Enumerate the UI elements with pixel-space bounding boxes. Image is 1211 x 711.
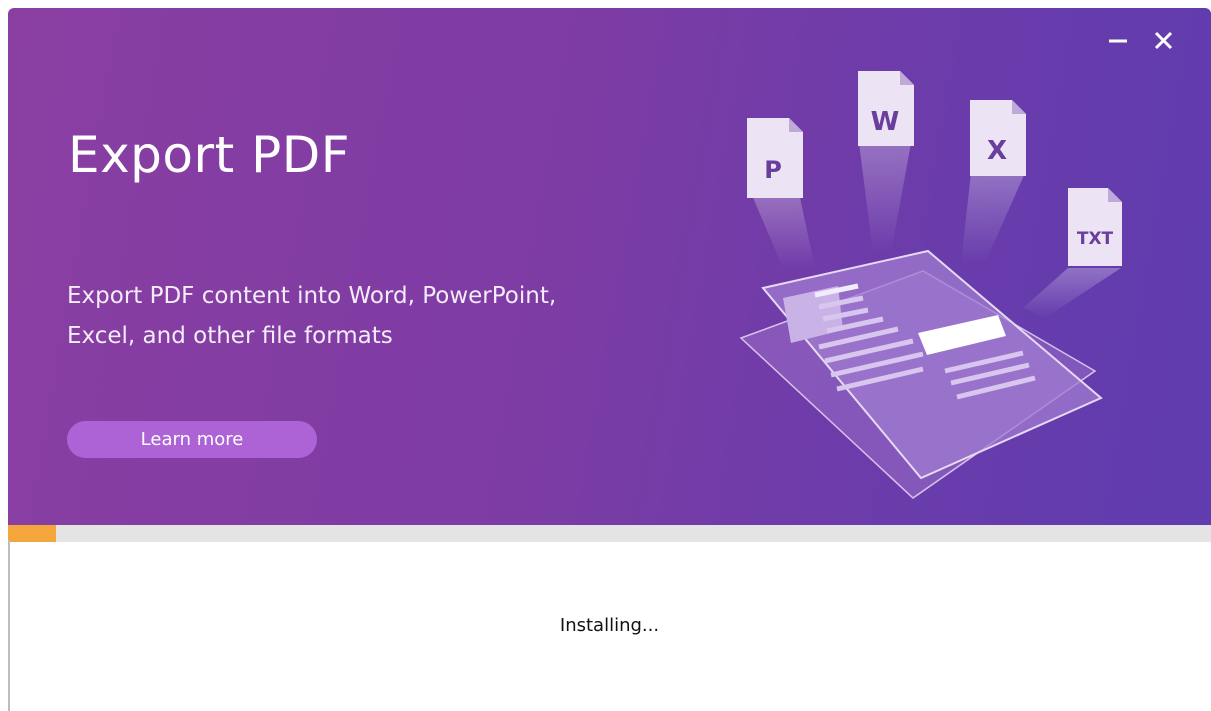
light-beam xyxy=(1023,268,1121,318)
installer-window: Export PDF Export PDF content into Word,… xyxy=(8,8,1211,711)
minimize-button[interactable] xyxy=(1104,26,1134,56)
close-icon xyxy=(1154,31,1173,50)
excel-file-icon: X xyxy=(970,100,1026,176)
file-icon-letter: P xyxy=(764,156,782,184)
file-icon-letter: W xyxy=(871,107,900,137)
close-button[interactable] xyxy=(1149,26,1179,56)
file-icon-letter: TXT xyxy=(1077,229,1114,249)
text-file-icon: TXT xyxy=(1068,188,1122,266)
powerpoint-file-icon: P xyxy=(747,118,803,198)
learn-more-button[interactable]: Learn more xyxy=(67,421,317,458)
banner: Export PDF Export PDF content into Word,… xyxy=(8,8,1211,525)
light-beam xyxy=(859,143,911,253)
banner-subtitle: Export PDF content into Word, PowerPoint… xyxy=(67,276,707,356)
subtitle-line: Excel, and other file formats xyxy=(67,323,393,349)
file-icon-letter: X xyxy=(987,136,1007,166)
export-illustration: P W X TXT xyxy=(739,71,1122,499)
light-beam xyxy=(751,193,815,268)
word-file-icon: W xyxy=(858,71,914,146)
subtitle-line: Export PDF content into Word, PowerPoint… xyxy=(67,283,557,309)
progress-fill xyxy=(8,525,57,542)
minimize-icon xyxy=(1109,39,1127,43)
install-progress-bar xyxy=(8,525,1211,542)
window-border xyxy=(8,540,10,711)
light-beam xyxy=(961,173,1025,263)
page-title: Export PDF xyxy=(68,126,350,184)
status-text: Installing... xyxy=(559,615,660,636)
